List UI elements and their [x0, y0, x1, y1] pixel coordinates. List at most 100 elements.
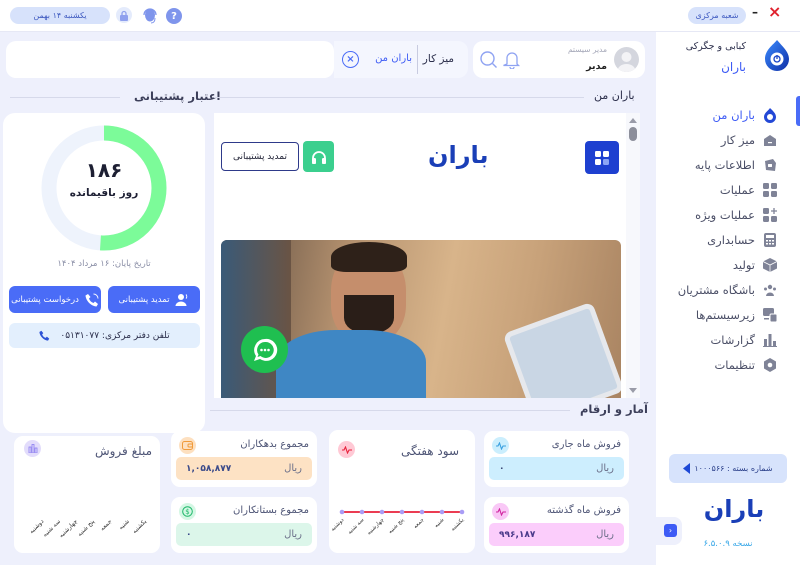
sidebar-item-subsystems[interactable]: زیرسیستم‌ها — [696, 304, 778, 326]
chevron-right-icon: › — [668, 526, 673, 535]
sidebar-item-baran[interactable]: باران من — [713, 104, 778, 126]
grid-plus-icon — [762, 207, 778, 223]
baran-logo — [762, 38, 792, 72]
currency-label: ریال — [284, 463, 302, 474]
stat-value: ۹۹۶,۱۸۷ — [499, 529, 536, 540]
user-name: مدیر — [586, 61, 607, 72]
profit-point[interactable] — [339, 509, 345, 515]
headphones-icon — [311, 150, 326, 164]
notifications-button[interactable] — [503, 50, 521, 73]
stat-value-box: ریال ۱,۰۵۸,۸۷۷ — [176, 457, 312, 480]
my-baran-logo: باران — [428, 141, 489, 169]
profit-point[interactable] — [379, 509, 385, 515]
grid-icon — [762, 182, 778, 198]
avatar[interactable] — [614, 47, 639, 72]
stat-value: ۰ — [499, 463, 505, 474]
support-section-title: اعتبار پشتیبانی — [128, 89, 227, 103]
sidebar-item-base-info[interactable]: اطلاعات پایه — [695, 154, 778, 176]
x-tick-label: دوشنبه — [330, 517, 346, 533]
support-headset-button[interactable] — [141, 6, 159, 25]
chat-bubble-icon — [253, 338, 277, 361]
sidebar-item-bar-chart[interactable]: گزارشات — [710, 329, 778, 351]
days-remaining: ۱۸۶ — [85, 158, 123, 182]
sidebar: کبابی و جگرکی باران باران من میز کار اطلاع… — [656, 32, 800, 565]
sidebar-item-grid-plus[interactable]: عملیات ویژه — [695, 204, 778, 226]
stat-icon-wrap: $ — [179, 503, 196, 520]
my-baran-section-title: باران من — [588, 89, 641, 102]
stat-value-box: ریال ۹۹۶,۱۸۷ — [489, 523, 624, 546]
sidebar-item-label: عملیات — [719, 183, 755, 197]
header-blank-area — [6, 41, 334, 78]
scroll-down-icon[interactable] — [629, 388, 637, 393]
tab-workspace[interactable]: میز کار — [423, 53, 454, 65]
sidebar-item-grid[interactable]: عملیات — [720, 179, 778, 201]
profit-point[interactable] — [439, 509, 445, 515]
active-indicator — [796, 96, 800, 126]
search-button[interactable] — [479, 50, 498, 73]
request-support-button[interactable]: درخواست پشتیبانی — [9, 286, 101, 313]
search-icon — [480, 51, 497, 68]
stat-value: ۱,۰۵۸,۸۷۷ — [186, 463, 232, 474]
user-avatar-icon — [617, 52, 636, 72]
x-tick-label: جمعه — [413, 517, 426, 530]
sidebar-item-calculator[interactable]: حسابداری — [707, 229, 778, 251]
user-role: مدیر سیستم — [567, 45, 607, 54]
sidebar-item-settings[interactable]: تنظیمات — [714, 354, 778, 376]
phone-label: تلفن دفتر مرکزی: ۰۵۱۳۱۰۷۷ — [60, 330, 170, 341]
x-tick-label: یکشنبه — [449, 516, 465, 532]
x-tick-label: شنبه — [433, 517, 445, 529]
x-tick-label: یکشنبه — [130, 518, 148, 536]
wallet-icon — [182, 441, 193, 450]
profit-point[interactable] — [419, 509, 425, 515]
divider — [10, 97, 120, 98]
sidebar-item-label: باشگاه مشتریان — [677, 283, 755, 297]
sidebar-item-label: باران من — [712, 108, 755, 122]
tab-baran-man[interactable]: باران من — [375, 53, 412, 64]
caret-left-icon — [683, 463, 691, 474]
dollar-icon: $ — [182, 506, 193, 517]
weekly-profit-chart: یکشنبه شنبه جمعه پنج شنبهچهارشنبهسه شنبهدوش… — [330, 509, 466, 536]
profit-point[interactable] — [399, 509, 405, 515]
minimize-icon: – — [752, 5, 758, 19]
divider — [214, 97, 584, 98]
close-button[interactable]: × — [768, 2, 781, 21]
sidebar-item-label: زیرسیستم‌ها — [695, 308, 755, 322]
help-button[interactable]: ? — [166, 8, 182, 24]
promo-banner-image[interactable] — [221, 240, 621, 398]
sidebar-item-customers[interactable]: باشگاه مشتریان — [678, 279, 778, 301]
baran-icon — [762, 107, 778, 123]
collapse-sidebar-button[interactable]: › — [664, 524, 677, 537]
scroll-up-icon[interactable] — [629, 118, 637, 123]
minimize-button[interactable]: – — [752, 5, 758, 19]
scroll-thumb[interactable] — [629, 127, 637, 141]
svg-text:$: $ — [185, 508, 189, 516]
sidebar-item-desk[interactable]: میز کار — [721, 129, 778, 151]
stat-title: مجموع بدهکاران — [240, 439, 309, 450]
apps-button[interactable] — [585, 141, 619, 174]
baran-logo-icon — [765, 40, 789, 71]
stat-icon-wrap — [492, 437, 509, 454]
lock-button[interactable] — [116, 7, 132, 23]
bell-icon — [503, 52, 521, 70]
renew-support-button[interactable]: تمدید پشتیبانی — [108, 286, 200, 313]
stat-title: مجموع بستانکاران — [233, 505, 309, 516]
company-name: کبابی و جگرکی — [685, 41, 746, 52]
desk-icon — [762, 132, 778, 148]
close-tab-button[interactable]: × — [342, 51, 359, 68]
tab-bar: میز کار باران من × — [334, 41, 468, 78]
stat-title: فروش ماه جاری — [551, 439, 621, 450]
sidebar-item-box[interactable]: تولید — [733, 254, 778, 276]
banner-tablet — [502, 301, 621, 398]
profit-point[interactable] — [459, 509, 465, 515]
renew-support-outline-button[interactable]: تمدید پشتیبانی — [221, 142, 299, 171]
profit-point[interactable] — [359, 509, 365, 515]
office-phone: تلفن دفتر مرکزی: ۰۵۱۳۱۰۷۷ — [9, 323, 200, 348]
chat-button[interactable] — [241, 326, 288, 373]
support-headphones-button[interactable] — [303, 141, 334, 172]
branch-selector[interactable]: شعبه مرکزی — [688, 7, 746, 24]
package-number[interactable]: شماره بسته : ۱۰۰۰۵۶۶ — [669, 454, 787, 483]
baran-wordmark: باران — [702, 494, 766, 524]
wordmark-text: باران — [703, 495, 765, 523]
scrollbar[interactable] — [626, 113, 640, 398]
sidebar-item-label: تولید — [732, 258, 755, 272]
